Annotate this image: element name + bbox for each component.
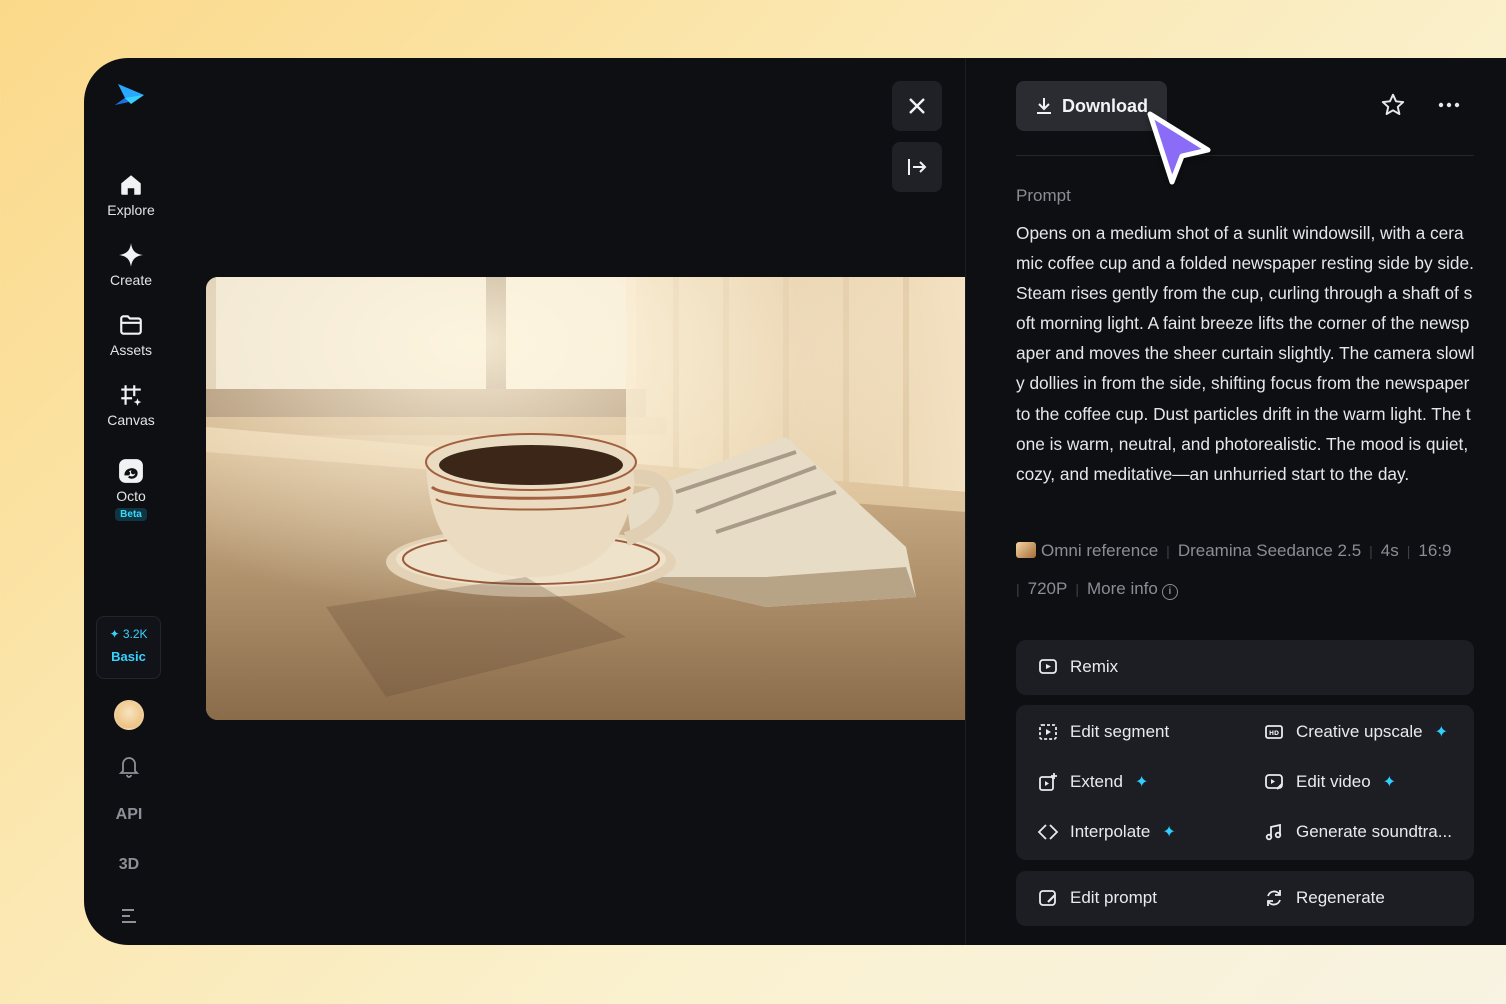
generate-soundtrack-button[interactable]: Generate soundtra... bbox=[1264, 822, 1452, 842]
interpolate-icon bbox=[1038, 824, 1058, 840]
sidebar-item-assets[interactable]: Assets bbox=[84, 312, 178, 358]
extend-button[interactable]: Extend ✦ bbox=[1038, 772, 1148, 792]
regenerate-button[interactable]: Regenerate bbox=[1264, 888, 1385, 908]
creative-upscale-button[interactable]: HD Creative upscale ✦ bbox=[1264, 722, 1448, 742]
prompt-text: Opens on a medium shot of a sunlit windo… bbox=[1016, 223, 1475, 484]
hd-upscale-icon: HD bbox=[1265, 725, 1283, 739]
home-icon bbox=[121, 175, 141, 195]
favorite-star-icon[interactable] bbox=[1380, 92, 1406, 118]
download-label: Download bbox=[1062, 95, 1148, 116]
edit-segment-label: Edit segment bbox=[1070, 722, 1170, 741]
remix-card[interactable]: Remix bbox=[1016, 640, 1474, 695]
beta-badge: Beta bbox=[115, 508, 147, 521]
close-button[interactable] bbox=[892, 81, 942, 131]
model-label: Dreamina Seedance 2.5 bbox=[1177, 541, 1362, 560]
edit-prompt-label: Edit prompt bbox=[1070, 888, 1157, 907]
reference-thumbnail bbox=[1016, 542, 1036, 558]
bell-icon[interactable] bbox=[112, 753, 146, 779]
interpolate-button[interactable]: Interpolate ✦ bbox=[1038, 822, 1176, 842]
edit-video-icon bbox=[1265, 774, 1283, 790]
logo-icon[interactable] bbox=[112, 80, 146, 114]
details-panel: Download Prompt Opens on a medium shot o… bbox=[1016, 58, 1476, 945]
extend-icon bbox=[1039, 773, 1057, 791]
edit-video-button[interactable]: Edit video ✦ bbox=[1264, 772, 1396, 792]
sidebar-item-label: Assets bbox=[109, 342, 152, 358]
edit-segment-button[interactable]: Edit segment bbox=[1038, 722, 1169, 742]
octo-icon bbox=[119, 459, 143, 483]
arrow-right-bar-icon bbox=[908, 159, 927, 175]
more-info-link[interactable]: More info i bbox=[1086, 579, 1178, 600]
credits-value: 3.2K bbox=[122, 627, 148, 641]
credits-amount: ✦ 3.2K bbox=[109, 627, 148, 641]
sidebar-item-label: Canvas bbox=[107, 412, 155, 428]
ratio-label: 16:9 bbox=[1418, 541, 1452, 560]
avatar[interactable] bbox=[114, 700, 144, 730]
credits-card[interactable]: ✦ 3.2K Basic bbox=[96, 616, 161, 679]
sparkle-icon: ✦ bbox=[1162, 824, 1176, 841]
edit-video-label: Edit video bbox=[1296, 772, 1371, 791]
regenerate-icon bbox=[1267, 890, 1281, 906]
close-icon bbox=[909, 98, 925, 114]
video-preview[interactable] bbox=[206, 277, 966, 720]
sidebar-item-label: Explore bbox=[107, 202, 155, 218]
plan-label: Basic bbox=[111, 649, 146, 664]
edit-segment-icon bbox=[1039, 724, 1057, 740]
sidebar-item-label: Create bbox=[109, 272, 153, 288]
sparkle-icon: ✦ bbox=[1434, 724, 1449, 741]
more-info-label: More info bbox=[1086, 579, 1158, 598]
prompt-label: Prompt bbox=[1016, 186, 1071, 205]
menu-icon[interactable] bbox=[112, 906, 146, 926]
coffee-scene-image bbox=[206, 277, 966, 720]
info-icon: i bbox=[1161, 584, 1178, 600]
extend-label: Extend bbox=[1070, 772, 1123, 791]
edit-prompt-button[interactable]: Edit prompt bbox=[1038, 888, 1157, 908]
generation-meta: Omni reference | Dreamina Seedance 2.5 | 4s |… bbox=[1016, 541, 1452, 600]
3d-link[interactable]: 3D bbox=[112, 856, 146, 874]
reference-label: Omni reference bbox=[1041, 541, 1159, 560]
api-link[interactable]: API bbox=[112, 806, 146, 824]
sidebar-item-octo[interactable]: Octo Beta bbox=[84, 458, 178, 522]
svg-text:HD: HD bbox=[1269, 730, 1279, 737]
sparkle-icon bbox=[119, 243, 143, 267]
collapse-panel-button[interactable] bbox=[892, 142, 942, 192]
prompt-actions-card: Edit prompt Regenerate bbox=[1016, 871, 1474, 926]
sparkle-icon: ✦ bbox=[1382, 774, 1397, 791]
remix-button[interactable]: Remix bbox=[1038, 657, 1118, 677]
sidebar-item-create[interactable]: Create bbox=[84, 242, 178, 288]
canvas-icon bbox=[121, 385, 142, 406]
pointer-cursor-icon bbox=[1147, 111, 1211, 185]
divider bbox=[1016, 155, 1474, 156]
folder-icon bbox=[120, 315, 142, 335]
creative-upscale-label: Creative upscale bbox=[1296, 722, 1423, 741]
sparkle-icon: ✦ bbox=[1134, 774, 1149, 791]
sidebar-item-explore[interactable]: Explore bbox=[84, 172, 178, 218]
download-icon bbox=[1037, 98, 1051, 114]
panel-divider bbox=[965, 58, 966, 945]
edit-prompt-icon bbox=[1039, 890, 1056, 906]
remix-icon bbox=[1039, 659, 1057, 674]
interpolate-label: Interpolate bbox=[1070, 822, 1151, 841]
music-note-icon bbox=[1265, 823, 1282, 841]
reference-item[interactable]: Omni reference bbox=[1016, 541, 1158, 560]
duration-label: 4s bbox=[1380, 541, 1399, 560]
more-options-icon[interactable] bbox=[1436, 92, 1462, 118]
regenerate-label: Regenerate bbox=[1296, 888, 1385, 907]
remix-label: Remix bbox=[1070, 657, 1119, 676]
sidebar-item-canvas[interactable]: Canvas bbox=[84, 382, 178, 428]
app-window: Explore Create Assets Canvas Octo Beta ✦… bbox=[84, 58, 1506, 945]
sidebar: Explore Create Assets Canvas Octo Beta ✦… bbox=[84, 58, 176, 945]
sidebar-item-label: Octo bbox=[116, 488, 146, 504]
edit-tools-card: Edit segment HD Creative upscale ✦ Exten… bbox=[1016, 705, 1474, 860]
generate-soundtrack-label: Generate soundtra... bbox=[1296, 822, 1452, 841]
resolution-label: 720P bbox=[1027, 579, 1068, 598]
